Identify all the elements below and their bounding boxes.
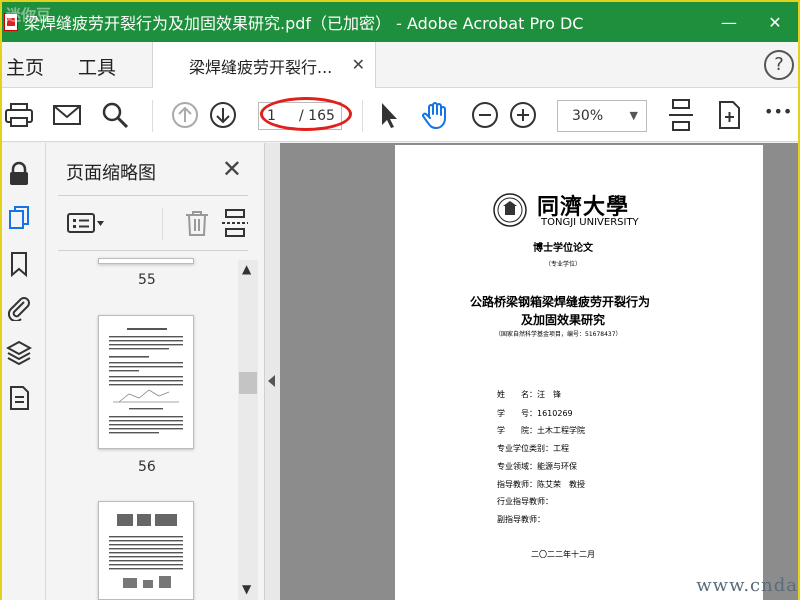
scroll-up-icon[interactable]: ▲: [242, 262, 251, 276]
document-page: 同濟大學 TONGJI UNIVERSITY 博士学位论文 （专业学位） 公路桥…: [395, 145, 763, 600]
panel-title: 页面缩略图: [66, 163, 156, 184]
document-properties-icon[interactable]: [6, 385, 32, 411]
info-field: 姓 名：汪 锋: [497, 390, 561, 399]
search-icon[interactable]: [100, 100, 130, 130]
print-icon[interactable]: [4, 100, 34, 130]
degree-note: （专业学位）: [545, 261, 582, 268]
info-field: 学 号：1610269: [497, 409, 573, 418]
rotate-page-icon[interactable]: [714, 100, 744, 130]
thesis-date: 二〇二二年十二月: [531, 550, 595, 559]
toolbar-separator: [152, 100, 153, 132]
title-bar: 梁焊缝疲劳开裂行为及加固效果研究.pdf（已加密） - Adobe Acroba…: [2, 2, 798, 42]
help-button[interactable]: ?: [764, 50, 794, 80]
university-name-en: TONGJI UNIVERSITY: [541, 217, 639, 228]
close-panel-button[interactable]: ✕: [222, 155, 242, 183]
hand-tool-icon[interactable]: [420, 100, 450, 130]
thumbnail-scrollbar[interactable]: ▲ ▼: [238, 260, 258, 600]
toolbar-separator: [162, 208, 163, 240]
thumbnail-page[interactable]: [98, 258, 194, 264]
tab-tools[interactable]: 工具: [78, 53, 116, 80]
info-field: 行业指导教师：: [497, 497, 553, 506]
insert-page-icon[interactable]: [220, 208, 250, 238]
left-rail: [2, 143, 46, 600]
scroll-down-icon[interactable]: ▼: [242, 582, 251, 596]
tab-home[interactable]: 主页: [6, 53, 44, 80]
document-viewer[interactable]: 同濟大學 TONGJI UNIVERSITY 博士学位论文 （专业学位） 公路桥…: [280, 143, 798, 600]
more-tools-button[interactable]: •••: [764, 102, 794, 132]
zoom-value: 30%: [572, 108, 604, 124]
next-page-icon[interactable]: [208, 100, 238, 130]
info-field: 学 院：土木工程学院: [497, 426, 585, 435]
pages-thumbnail-icon[interactable]: [6, 205, 32, 231]
highlight-annotation: [260, 97, 352, 131]
scrollbar-thumb[interactable]: [239, 372, 257, 394]
select-cursor-icon[interactable]: [374, 100, 404, 130]
fit-page-icon[interactable]: [666, 98, 696, 132]
thumbnail-page[interactable]: [98, 501, 194, 600]
thumbnail-page-number: 56: [138, 459, 156, 475]
thumbnail-page-number: 55: [138, 272, 156, 288]
toolbar-separator: [362, 100, 363, 132]
layers-icon[interactable]: [6, 339, 32, 365]
chevron-down-icon: ▼: [629, 109, 638, 122]
tab-document[interactable]: 梁焊缝疲劳开裂行... ✕: [152, 42, 376, 88]
thesis-title-line2: 及加固效果研究: [521, 313, 606, 327]
close-tab-button[interactable]: ✕: [352, 55, 365, 74]
corner-watermark: 迷你豆: [6, 6, 52, 24]
zoom-level-select[interactable]: 30% ▼: [557, 100, 647, 132]
attachment-icon[interactable]: [6, 295, 32, 321]
email-icon[interactable]: [52, 100, 82, 130]
tab-bar: 主页 工具 梁焊缝疲劳开裂行... ✕ ?: [2, 42, 798, 88]
options-menu-icon[interactable]: [66, 208, 106, 238]
bookmark-icon[interactable]: [6, 251, 32, 277]
main-toolbar: 1 / 165 30% ▼ •••: [2, 88, 798, 142]
minimize-button[interactable]: —: [706, 2, 752, 42]
lock-icon[interactable]: [6, 161, 32, 187]
delete-page-icon[interactable]: [182, 208, 212, 238]
university-seal-logo: [493, 193, 527, 227]
zoom-out-icon[interactable]: [470, 100, 500, 130]
close-window-button[interactable]: ✕: [752, 2, 798, 42]
info-field: 专业领域：能源与环保: [497, 462, 577, 471]
thumbnail-content-image: [109, 328, 183, 434]
funding-note: （国家自然科学基金项目，编号：51678437）: [495, 331, 622, 338]
info-field: 专业学位类别：工程: [497, 444, 569, 453]
info-field: 副指导教师：: [497, 515, 545, 524]
previous-page-icon[interactable]: [170, 100, 200, 130]
thumbnail-content-image: [109, 514, 183, 588]
thesis-title-line1: 公路桥梁钢箱梁焊缝疲劳开裂行为: [470, 295, 651, 309]
document-tab-label: 梁焊缝疲劳开裂行...: [189, 58, 333, 77]
thesis-type: 博士学位论文: [533, 243, 593, 254]
thumbnail-page[interactable]: [98, 315, 194, 449]
collapse-arrow-icon: [268, 375, 275, 387]
site-watermark: www.cnda: [696, 575, 798, 596]
panel-collapse-handle[interactable]: [264, 143, 280, 600]
info-field: 指导教师：陈艾荣 教授: [497, 480, 585, 489]
window-title: 梁焊缝疲劳开裂行为及加固效果研究.pdf（已加密） - Adobe Acroba…: [24, 14, 584, 33]
thumbnail-toolbar: [58, 195, 290, 251]
zoom-in-icon[interactable]: [508, 100, 538, 130]
